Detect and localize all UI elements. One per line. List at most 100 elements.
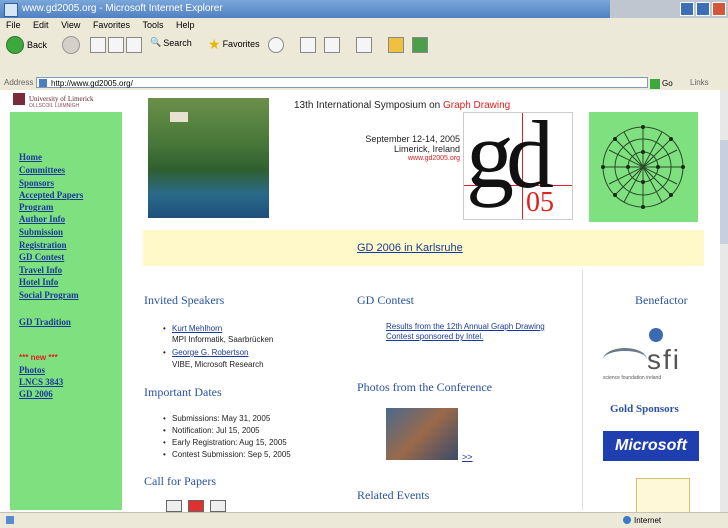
pdf-icon[interactable] xyxy=(188,500,204,512)
close-button[interactable] xyxy=(712,2,726,16)
gd05-logo: gd 05 xyxy=(463,101,573,220)
title-prefix: 13th International Symposium on xyxy=(294,100,443,111)
university-subname: OLLSCOIL LUIMNIGH xyxy=(29,103,80,109)
address-label: Address xyxy=(4,78,34,87)
sfi-text: sfi xyxy=(647,344,681,375)
go-button[interactable]: Go xyxy=(650,77,673,91)
more-photos-link[interactable]: >> xyxy=(462,452,473,462)
nav-home[interactable]: Home xyxy=(19,152,42,163)
scrollbar-thumb[interactable] xyxy=(720,140,728,244)
stop-icon[interactable] xyxy=(90,37,106,53)
nav-committees[interactable]: Committees xyxy=(19,165,65,176)
announcement-banner: GD 2006 in Karlsruhe xyxy=(143,230,704,266)
nav-social-program[interactable]: Social Program xyxy=(19,290,79,301)
edit-icon[interactable] xyxy=(356,37,372,53)
favorites-button[interactable]: ★ Favorites xyxy=(208,37,260,51)
event-dates: September 12-14, 2005 xyxy=(365,134,460,144)
nav-sponsors[interactable]: Sponsors xyxy=(19,178,54,189)
doc-icon[interactable] xyxy=(166,500,182,512)
date-item: Early Registration: Aug 15, 2005 xyxy=(163,438,287,447)
sfi-logo[interactable]: sfi science foundation ireland xyxy=(603,328,697,384)
maximize-button[interactable] xyxy=(696,2,710,16)
status-bar: Internet xyxy=(0,512,728,528)
links-button[interactable]: Links xyxy=(690,76,709,90)
contest-results-link[interactable]: Results from the 12th Annual Graph Drawi… xyxy=(386,322,561,342)
call-for-papers-heading: Call for Papers xyxy=(144,474,216,488)
sfi-dot-shape xyxy=(649,328,663,342)
event-url: www.gd2005.org xyxy=(407,155,460,162)
folder-icon[interactable] xyxy=(388,37,404,53)
university-logo: University of Limerick OLLSCOIL LUIMNIGH xyxy=(10,90,122,112)
favorites-label: Favorites xyxy=(222,39,260,49)
minimize-button[interactable] xyxy=(680,2,694,16)
back-label: Back xyxy=(27,40,48,50)
go-label: Go xyxy=(662,79,673,88)
date-item: Notification: Jul 15, 2005 xyxy=(163,426,260,435)
go-arrow-icon xyxy=(650,79,660,89)
nav-program[interactable]: Program xyxy=(19,202,53,213)
gd-contest-heading: GD Contest xyxy=(357,293,414,307)
conference-photo[interactable] xyxy=(386,408,458,460)
invited-speakers-heading: Invited Speakers xyxy=(144,293,225,307)
column-divider xyxy=(582,270,583,510)
security-zone: Internet xyxy=(634,516,662,525)
sfi-swirl-shape xyxy=(603,348,647,371)
page-icon xyxy=(39,79,47,87)
speaker-affiliation: MPI Informatik, Saarbrücken xyxy=(172,335,274,344)
home-icon[interactable] xyxy=(126,37,142,53)
nav-lncs[interactable]: LNCS 3843 xyxy=(19,377,63,388)
menu-edit[interactable]: Edit xyxy=(33,20,49,30)
menu-help[interactable]: Help xyxy=(176,20,195,30)
address-url: http://www.gd2005.org/ xyxy=(51,79,133,88)
building-shape xyxy=(170,112,188,122)
globe-icon xyxy=(623,516,631,524)
forward-button[interactable] xyxy=(62,36,80,54)
new-tag: *** new *** xyxy=(19,353,58,362)
nav-gd-tradition[interactable]: GD Tradition xyxy=(19,317,71,328)
menu-file[interactable]: File xyxy=(6,20,21,30)
speaker-link[interactable]: George G. Robertson xyxy=(172,348,248,357)
toolbar: Back 🔍 Search ★ Favorites xyxy=(0,32,728,77)
window-title: www.gd2005.org - Microsoft Internet Expl… xyxy=(22,3,223,14)
campus-photo xyxy=(148,98,269,218)
event-info: September 12-14, 2005 Limerick, Ireland … xyxy=(330,134,460,164)
date-item: Contest Submission: Sep 5, 2005 xyxy=(163,450,291,459)
print-icon[interactable] xyxy=(324,37,340,53)
messenger-icon[interactable] xyxy=(412,37,428,53)
graph-network-icon xyxy=(601,125,685,209)
back-button[interactable]: Back xyxy=(6,36,47,54)
cfp-format-icons xyxy=(166,500,226,512)
gd2006-link[interactable]: GD 2006 in Karlsruhe xyxy=(357,242,463,254)
speaker-affiliation: VIBE, Microsoft Research xyxy=(172,360,264,369)
nav-gd-contest[interactable]: GD Contest xyxy=(19,252,64,263)
nav-registration[interactable]: Registration xyxy=(19,240,67,251)
crest-icon xyxy=(13,93,25,105)
nav-travel-info[interactable]: Travel Info xyxy=(19,265,62,276)
menu-view[interactable]: View xyxy=(61,20,80,30)
speaker-link[interactable]: Kurt Mehlhorn xyxy=(172,324,222,333)
nav-hotel-info[interactable]: Hotel Info xyxy=(19,277,58,288)
txt-icon[interactable] xyxy=(210,500,226,512)
address-input[interactable]: http://www.gd2005.org/ xyxy=(36,77,648,88)
nav-submission[interactable]: Submission xyxy=(19,227,63,238)
window-controls xyxy=(680,2,726,16)
history-icon[interactable] xyxy=(268,37,284,53)
address-bar: Address http://www.gd2005.org/ Go Links xyxy=(0,76,728,90)
search-button[interactable]: 🔍 Search xyxy=(150,37,192,48)
photos-heading: Photos from the Conference xyxy=(357,380,492,394)
sfi-subtext: science foundation ireland xyxy=(603,375,662,381)
nav-author-info[interactable]: Author Info xyxy=(19,214,65,225)
sponsor-logo[interactable] xyxy=(636,478,690,514)
search-icon: 🔍 xyxy=(150,37,162,47)
menu-favorites[interactable]: Favorites xyxy=(93,20,130,30)
web-page: University of Limerick OLLSCOIL LUIMNIGH… xyxy=(0,90,728,514)
nav-photos[interactable]: Photos xyxy=(19,365,45,376)
mail-icon[interactable] xyxy=(300,37,316,53)
refresh-icon[interactable] xyxy=(108,37,124,53)
nav-gd2006[interactable]: GD 2006 xyxy=(19,389,53,400)
nav-accepted-papers[interactable]: Accepted Papers xyxy=(19,190,83,201)
microsoft-logo[interactable]: Microsoft xyxy=(603,431,699,461)
search-label: Search xyxy=(163,37,192,48)
menu-tools[interactable]: Tools xyxy=(142,20,163,30)
back-arrow-icon xyxy=(6,36,24,54)
